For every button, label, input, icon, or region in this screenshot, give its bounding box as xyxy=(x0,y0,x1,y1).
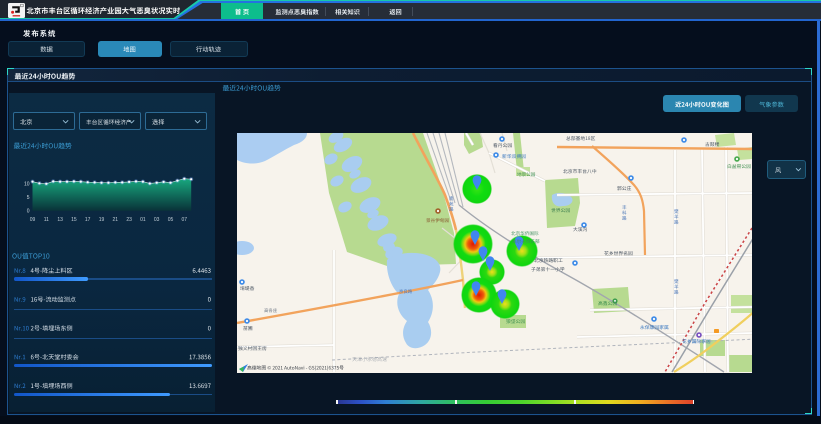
svg-text:09: 09 xyxy=(30,217,36,223)
svg-text:03: 03 xyxy=(154,217,160,223)
svg-text:11: 11 xyxy=(44,217,49,223)
svg-text:07: 07 xyxy=(182,217,188,223)
svg-text:15: 15 xyxy=(71,217,77,223)
svg-text:01: 01 xyxy=(140,217,146,223)
svg-text:23: 23 xyxy=(126,217,132,223)
svg-text:0: 0 xyxy=(27,209,30,215)
svg-text:5: 5 xyxy=(27,195,30,201)
svg-text:13: 13 xyxy=(57,217,63,223)
svg-text:19: 19 xyxy=(99,217,105,223)
svg-text:17: 17 xyxy=(85,217,91,223)
svg-text:10: 10 xyxy=(24,182,30,188)
svg-text:05: 05 xyxy=(168,217,174,223)
svg-text:21: 21 xyxy=(113,217,119,223)
